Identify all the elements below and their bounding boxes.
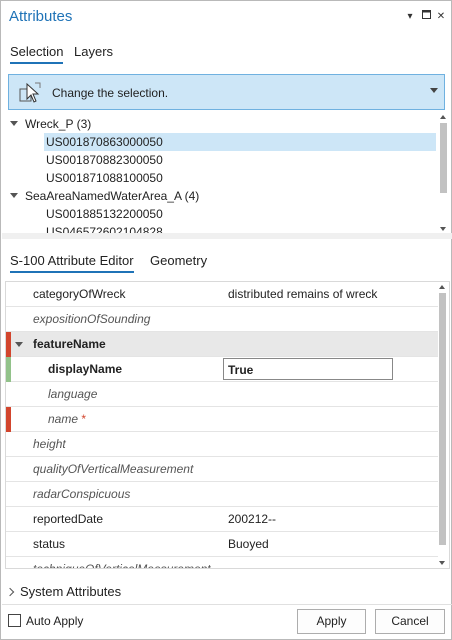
scroll-up-icon[interactable] bbox=[439, 285, 445, 289]
title-bar: Attributes ▾ ✕ bbox=[2, 2, 452, 32]
attribute-row[interactable]: status Buoyed bbox=[6, 532, 438, 557]
scroll-down-icon[interactable] bbox=[440, 227, 446, 231]
selection-tree: Wreck_P (3) US001870863000050 US00187088… bbox=[2, 113, 452, 233]
required-asterisk: * bbox=[81, 412, 87, 426]
tree-item-label: US001871088100050 bbox=[46, 171, 163, 185]
tree-item-label: US001885132200050 bbox=[46, 207, 163, 221]
attribute-row[interactable]: categoryOfWreck distributed remains of w… bbox=[6, 282, 438, 307]
attribute-row[interactable]: displayName True bbox=[6, 357, 438, 382]
display-name-value-field[interactable]: True bbox=[223, 358, 393, 380]
attribute-name: displayName bbox=[48, 362, 123, 376]
select-arrow-icon bbox=[17, 81, 43, 105]
attribute-row[interactable]: expositionOfSounding bbox=[6, 307, 438, 332]
grid-scrollbar[interactable] bbox=[439, 285, 446, 565]
attribute-row[interactable]: name * bbox=[6, 407, 438, 432]
tree-item-label: US001870882300050 bbox=[46, 153, 163, 167]
attribute-name: expositionOfSounding bbox=[33, 312, 151, 326]
attribute-name: height bbox=[33, 437, 66, 451]
tab-geometry[interactable]: Geometry bbox=[150, 253, 207, 271]
attribute-row[interactable]: height bbox=[6, 432, 438, 457]
attribute-row[interactable]: language bbox=[6, 382, 438, 407]
attribute-value: True bbox=[228, 363, 254, 377]
tree-group-label: Wreck_P (3) bbox=[25, 117, 92, 131]
required-flag bbox=[6, 407, 11, 432]
scroll-thumb[interactable] bbox=[440, 123, 447, 193]
auto-apply-label: Auto Apply bbox=[26, 614, 84, 628]
cancel-button[interactable]: Cancel bbox=[375, 609, 445, 634]
attribute-value[interactable]: 200212-- bbox=[228, 512, 276, 526]
attribute-name: techniqueOfVerticalMeasurement bbox=[33, 562, 211, 569]
change-selection-dropdown[interactable]: Change the selection. bbox=[8, 74, 445, 110]
attribute-name: featureName bbox=[33, 337, 106, 351]
attribute-name: qualityOfVerticalMeasurement bbox=[33, 462, 194, 476]
options-menu-icon[interactable]: ▾ bbox=[404, 10, 416, 24]
attribute-group-row[interactable]: featureName bbox=[6, 332, 438, 357]
tree-item-label: US001870863000050 bbox=[44, 133, 436, 151]
selection-dropdown-label: Change the selection. bbox=[52, 86, 169, 100]
apply-button[interactable]: Apply bbox=[297, 609, 366, 634]
attribute-row[interactable]: techniqueOfVerticalMeasurement bbox=[6, 557, 438, 569]
pane-title: Attributes bbox=[9, 8, 73, 25]
attribute-value[interactable]: distributed remains of wreck bbox=[228, 287, 377, 301]
scroll-up-icon[interactable] bbox=[440, 115, 446, 119]
attribute-row[interactable]: radarConspicuous bbox=[6, 482, 438, 507]
attribute-grid: categoryOfWreck distributed remains of w… bbox=[5, 281, 450, 569]
attribute-name: name * bbox=[48, 412, 87, 426]
attribute-value[interactable]: Buoyed bbox=[228, 537, 269, 551]
close-icon[interactable]: ✕ bbox=[435, 10, 447, 24]
chevron-down-icon bbox=[430, 88, 438, 93]
attribute-name: language bbox=[48, 387, 98, 401]
attributes-pane: Attributes ▾ ✕ Selection Layers Change t… bbox=[0, 0, 452, 640]
expand-toggle-icon[interactable] bbox=[10, 121, 18, 126]
tree-item-label: US046572602104828 bbox=[46, 225, 163, 233]
pane-splitter[interactable] bbox=[2, 233, 452, 239]
chevron-right-icon bbox=[5, 587, 15, 597]
attribute-name: categoryOfWreck bbox=[33, 287, 126, 301]
attribute-name: status bbox=[33, 537, 66, 551]
collapse-toggle-icon[interactable] bbox=[15, 342, 23, 347]
maximize-icon[interactable] bbox=[420, 10, 432, 24]
scroll-down-icon[interactable] bbox=[439, 561, 445, 565]
tree-scrollbar[interactable] bbox=[440, 115, 447, 231]
edited-flag bbox=[6, 357, 11, 382]
attribute-row[interactable]: qualityOfVerticalMeasurement bbox=[6, 457, 438, 482]
tab-selection[interactable]: Selection bbox=[10, 44, 64, 64]
auto-apply-checkbox[interactable]: Auto Apply bbox=[8, 614, 83, 628]
tab-layers[interactable]: Layers bbox=[74, 44, 113, 62]
attribute-row[interactable]: reportedDate 200212-- bbox=[6, 507, 438, 532]
system-attributes-label: System Attributes bbox=[20, 584, 122, 599]
checkbox-box[interactable] bbox=[8, 614, 21, 627]
system-attributes-expander[interactable]: System Attributes bbox=[5, 584, 122, 599]
attribute-name: reportedDate bbox=[33, 512, 104, 526]
divider bbox=[2, 604, 452, 605]
scroll-thumb[interactable] bbox=[439, 293, 446, 545]
attribute-name: radarConspicuous bbox=[33, 487, 131, 501]
required-flag bbox=[6, 332, 11, 357]
tree-group-label: SeaAreaNamedWaterArea_A (4) bbox=[25, 189, 200, 203]
expand-toggle-icon[interactable] bbox=[10, 193, 18, 198]
tab-attribute-editor[interactable]: S-100 Attribute Editor bbox=[10, 253, 134, 273]
